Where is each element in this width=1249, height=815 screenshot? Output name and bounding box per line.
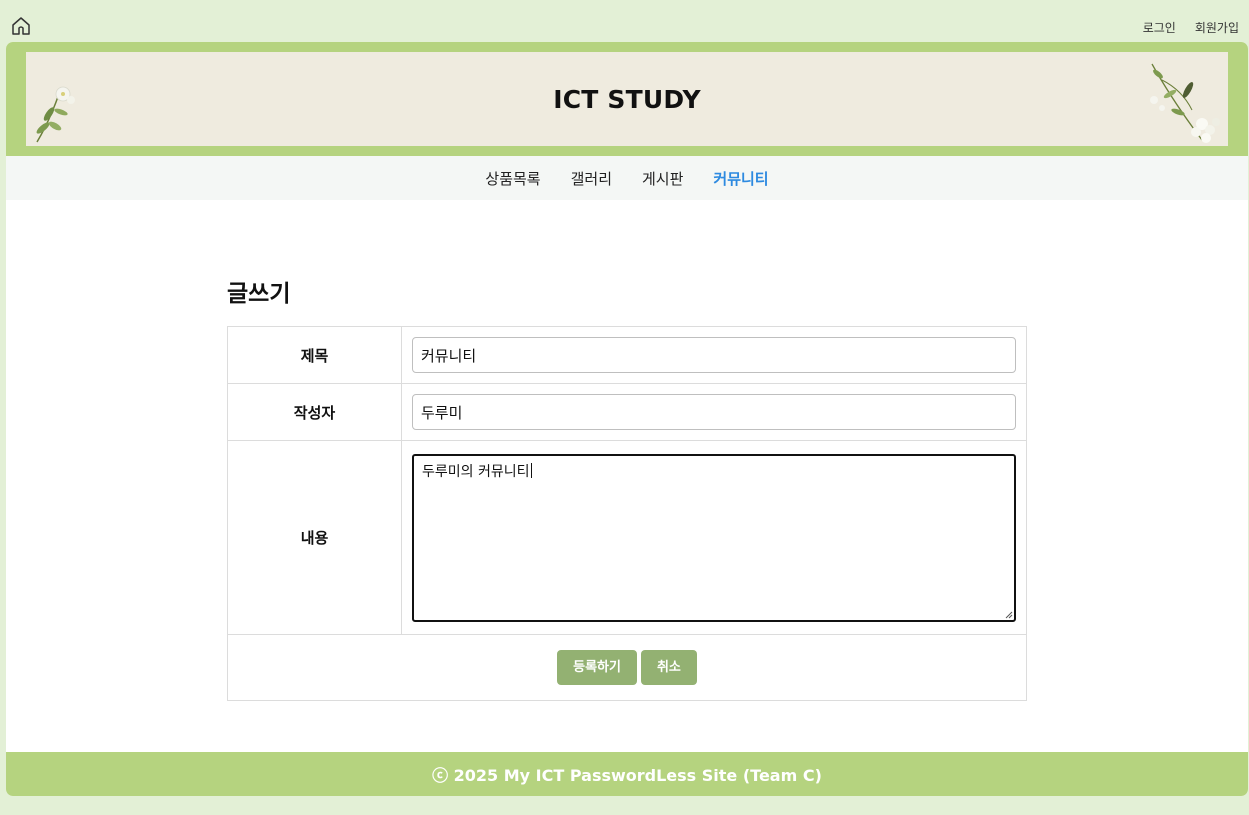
title-input[interactable]: 커뮤니티 — [412, 337, 1016, 373]
title-label: 제목 — [227, 326, 402, 384]
top-bar: 로그인 회원가입 — [0, 0, 1249, 42]
nav-item-products[interactable]: 상품목록 — [485, 168, 540, 189]
submit-button[interactable]: 등록하기 — [557, 650, 637, 685]
content-textarea[interactable]: 두루미의 커뮤니티 — [412, 453, 1016, 622]
nav-item-board[interactable]: 게시판 — [642, 168, 683, 189]
form-row-actions: 등록하기 취소 — [227, 634, 1027, 701]
flower-decoration-right-icon — [1150, 63, 1220, 143]
banner: ICT STUDY — [26, 52, 1228, 146]
footer-text: ⓒ 2025 My ICT PasswordLess Site (Team C) — [432, 766, 822, 785]
content-text: 두루미의 커뮤니티 — [422, 463, 530, 480]
page-title: 글쓰기 — [227, 281, 291, 307]
form-row-author: 작성자 두루미 — [227, 383, 1027, 441]
flower-decoration-left-icon — [36, 86, 75, 143]
form-row-title: 제목 커뮤니티 — [227, 326, 1027, 384]
text-cursor — [530, 462, 532, 478]
signup-link[interactable]: 회원가입 — [1195, 19, 1239, 36]
site-title: ICT STUDY — [553, 84, 701, 114]
auth-links: 로그인 회원가입 — [1143, 19, 1239, 36]
site-header: ICT STUDY — [6, 42, 1248, 156]
home-icon[interactable] — [11, 16, 31, 36]
cancel-button[interactable]: 취소 — [640, 650, 697, 685]
main-nav: 상품목록 갤러리 게시판 커뮤니티 — [6, 156, 1248, 200]
content-label: 내용 — [227, 440, 402, 635]
main-frame: ICT STUDY 상품목록 갤러리 게시판 커뮤니티 글쓰기 제목 커뮤니티 … — [6, 42, 1248, 796]
nav-item-community[interactable]: 커뮤니티 — [713, 168, 768, 189]
site-footer: ⓒ 2025 My ICT PasswordLess Site (Team C) — [6, 752, 1248, 796]
login-link[interactable]: 로그인 — [1143, 19, 1176, 36]
nav-item-gallery[interactable]: 갤러리 — [571, 168, 612, 189]
author-label: 작성자 — [227, 383, 402, 441]
resize-handle-icon[interactable] — [1005, 611, 1013, 619]
write-form: 제목 커뮤니티 작성자 두루미 내용 두루미의 커뮤니티 등록하기 취소 — [227, 326, 1027, 701]
author-input[interactable]: 두루미 — [412, 394, 1016, 430]
form-row-content: 내용 두루미의 커뮤니티 — [227, 440, 1027, 635]
